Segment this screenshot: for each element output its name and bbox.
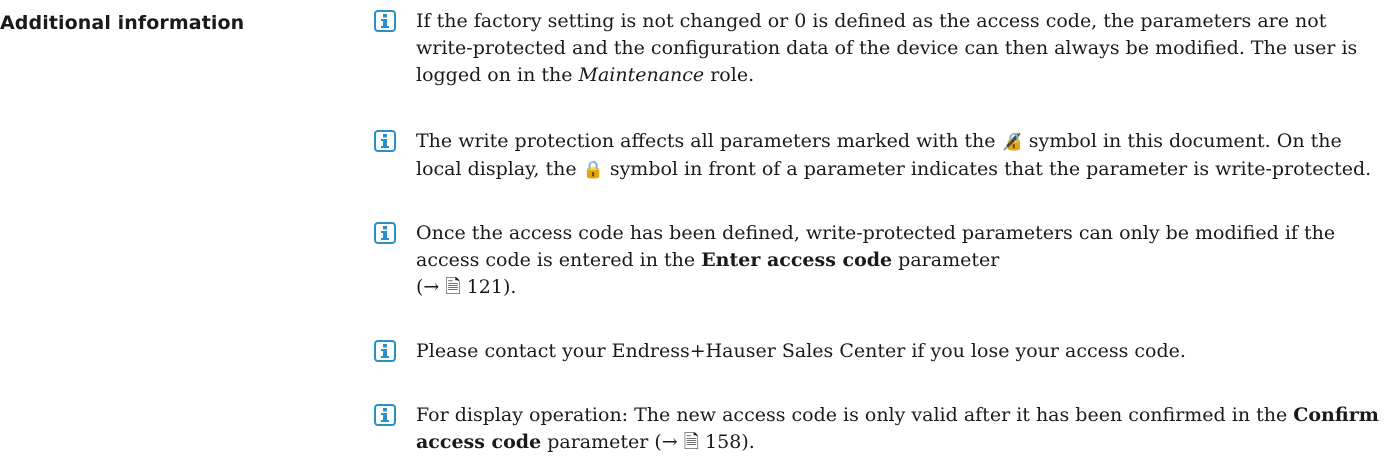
text-run: parameter — [892, 249, 1000, 271]
text-run: parameter (→ 🗎 158). — [541, 431, 755, 453]
note-text: Please contact your Endress+Hauser Sales… — [416, 338, 1386, 365]
note-text: For display operation: The new access co… — [416, 402, 1386, 456]
info-icon — [374, 222, 396, 244]
info-note-3: Once the access code has been defined, w… — [374, 220, 1386, 301]
section-label: Additional information — [0, 12, 245, 34]
info-note-5: For display operation: The new access co… — [374, 402, 1386, 456]
info-note-1: If the factory setting is not changed or… — [374, 8, 1386, 89]
lock-icon: 🔒 — [582, 160, 604, 180]
text-run: role. — [704, 64, 755, 86]
text-run: Maintenance — [578, 64, 705, 86]
text-run: symbol in front of a parameter indicates… — [603, 158, 1372, 180]
info-note-4: Please contact your Endress+Hauser Sales… — [374, 338, 1386, 365]
text-run: The write protection affects all paramet… — [416, 130, 1002, 152]
text-run: Please contact your Endress+Hauser Sales… — [416, 340, 1186, 362]
info-icon — [374, 10, 396, 32]
note-text: The write protection affects all paramet… — [416, 128, 1386, 184]
info-icon — [374, 130, 396, 152]
page-reference: (→ 🗎 121). — [416, 276, 517, 298]
note-text: If the factory setting is not changed or… — [416, 8, 1386, 89]
lock-box-icon: 🔏 — [1001, 132, 1023, 152]
text-run: For display operation: The new access co… — [416, 404, 1294, 426]
text-run: If the factory setting is not changed or… — [416, 10, 1358, 86]
info-icon — [374, 340, 396, 362]
text-run: Enter access code — [701, 249, 893, 271]
info-icon — [374, 404, 396, 426]
note-text: Once the access code has been defined, w… — [416, 220, 1386, 301]
info-note-2: The write protection affects all paramet… — [374, 128, 1386, 184]
